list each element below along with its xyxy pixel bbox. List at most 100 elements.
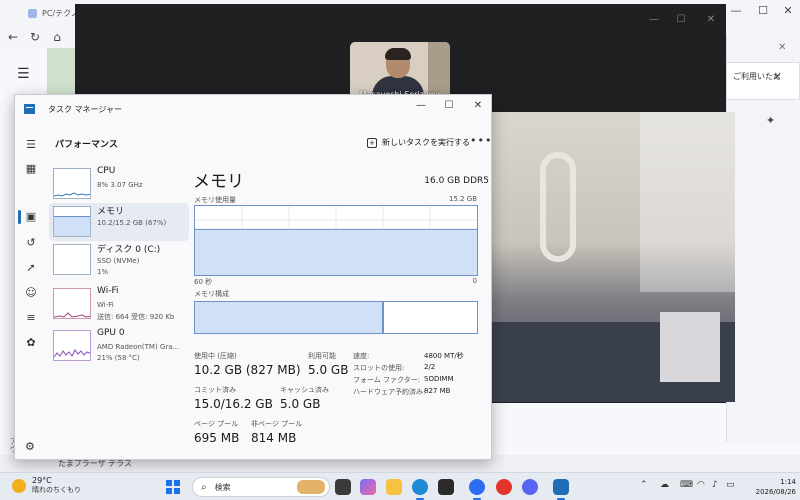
tab-favicon-icon xyxy=(28,8,37,18)
back-icon[interactable]: ← xyxy=(4,30,22,44)
detail-value: 4800 MT/秒 xyxy=(424,352,464,360)
notice-banner: ご利用いただ xyxy=(726,62,800,100)
resource-name: ディスク 0 (C:) xyxy=(97,245,161,255)
cloud-icon[interactable]: ☁ xyxy=(660,480,669,490)
sparkle-icon[interactable]: ✦ xyxy=(766,114,775,127)
task-manager-taskbar-icon[interactable] xyxy=(553,479,569,500)
stat-nonpaged-pool: 非ページ プール 814 MB xyxy=(251,419,302,445)
search-placeholder: 検索 xyxy=(214,482,231,492)
video-close-button[interactable]: ✕ xyxy=(702,14,720,25)
resource-detail: Wi-Fi xyxy=(97,301,114,309)
refresh-icon[interactable]: ↻ xyxy=(26,30,44,44)
tray-overflow-icon[interactable]: ⌃ xyxy=(640,480,648,490)
resource-gpu[interactable]: GPU 0 AMD Radeon(TM) Gra... 21% (58 °C) xyxy=(49,327,189,365)
browser-close-button[interactable]: ✕ xyxy=(778,4,798,17)
file-explorer-icon[interactable] xyxy=(386,479,402,495)
copilot-icon[interactable] xyxy=(360,479,376,495)
weather-condition: 晴れのちくもり xyxy=(32,486,81,494)
store-icon[interactable] xyxy=(438,479,454,495)
browser-tab[interactable]: PC/テクノ xyxy=(28,4,79,22)
settings-icon[interactable]: ⚙ xyxy=(25,440,35,453)
stat-paged-pool: ページ プール 695 MB xyxy=(194,419,239,445)
time-axis-label: 60 秒 xyxy=(194,278,213,286)
hamburger-icon[interactable]: ☰ xyxy=(23,137,39,153)
run-new-task-button[interactable]: + 新しいタスクを実行する xyxy=(367,137,470,148)
memory-composition-label: メモリ構成 xyxy=(194,290,229,298)
detail-label: スロットの使用: xyxy=(353,364,405,372)
resource-detail-2: 1% xyxy=(97,268,109,276)
resource-name: CPU xyxy=(97,166,116,176)
stat-label: 使用中 (圧縮) xyxy=(194,352,237,360)
red-app-icon[interactable] xyxy=(496,479,512,495)
map-thumbnail xyxy=(47,48,75,98)
menu-icon[interactable]: ☰ xyxy=(17,66,31,82)
stat-value: 10.2 GB (827 MB) xyxy=(194,363,301,377)
home-icon[interactable]: ⌂ xyxy=(48,30,66,44)
resource-memory[interactable]: メモリ 10.2/15.2 GB (67%) xyxy=(49,203,189,241)
detail-value: 2/2 xyxy=(424,363,436,371)
wifi-icon[interactable]: ◠ xyxy=(697,480,705,490)
resource-name: メモリ xyxy=(97,207,125,217)
discord-icon[interactable] xyxy=(522,479,538,495)
camera-feed xyxy=(490,112,735,402)
task-manager-logo-icon xyxy=(24,104,35,114)
resource-detail: 10.2/15.2 GB (67%) xyxy=(97,219,167,227)
cpu-thumbnail-graph xyxy=(53,168,91,199)
memory-total: 16.0 GB DDR5 xyxy=(424,176,489,186)
memory-usage-fill xyxy=(195,229,477,275)
resource-disk[interactable]: ディスク 0 (C:) SSD (NVMe) 1% xyxy=(49,241,189,279)
task-view-icon[interactable] xyxy=(335,479,351,495)
clock[interactable]: 1:14 2026/08/26 xyxy=(740,477,796,497)
close-button[interactable]: ✕ xyxy=(467,98,489,114)
volume-icon[interactable]: ♪ xyxy=(712,480,718,490)
memory-title: メモリ xyxy=(193,172,244,192)
services-icon[interactable]: ✿ xyxy=(23,335,39,351)
browser-maximize-button[interactable]: ☐ xyxy=(753,4,773,17)
stat-label: 利用可能 xyxy=(308,352,336,360)
startup-apps-icon[interactable]: ➚ xyxy=(23,260,39,276)
search-highlight-image xyxy=(297,480,325,494)
video-minimize-button[interactable]: — xyxy=(645,14,663,25)
title-bar[interactable]: タスク マネージャー — ☐ ✕ xyxy=(15,95,491,121)
stat-value: 695 MB xyxy=(194,431,240,445)
details-icon[interactable]: ≡ xyxy=(23,310,39,326)
panel-close-icon[interactable]: ✕ xyxy=(778,42,786,53)
video-maximize-button[interactable]: ☐ xyxy=(672,14,690,25)
notice-close-icon[interactable]: ✕ xyxy=(773,72,781,83)
start-button[interactable] xyxy=(166,480,180,494)
feed-light xyxy=(640,112,735,292)
maximize-button[interactable]: ☐ xyxy=(438,98,460,114)
zero-axis-label: 0 xyxy=(472,277,477,285)
resource-name: GPU 0 xyxy=(97,328,125,338)
stat-label: コミット済み xyxy=(194,386,236,394)
keyboard-icon[interactable]: ⌨ xyxy=(680,480,693,490)
zoom-icon[interactable] xyxy=(469,479,485,500)
minimize-button[interactable]: — xyxy=(410,98,432,114)
memory-thumbnail-graph xyxy=(53,206,91,237)
stat-cached: キャッシュ済み 5.0 GB xyxy=(280,385,329,411)
section-title: パフォーマンス xyxy=(55,140,118,150)
stat-value: 814 MB xyxy=(251,431,297,445)
weather-widget[interactable]: 29°C 晴れのちくもり xyxy=(12,476,81,495)
taskbar-search-box[interactable]: ⌕ 検索 xyxy=(192,477,330,497)
run-new-task-label: 新しいタスクを実行する xyxy=(382,138,470,147)
memory-usage-graph xyxy=(194,205,478,276)
stat-value: 15.0/16.2 GB xyxy=(194,397,273,411)
detail-value: 827 MB xyxy=(424,387,451,395)
memory-composition-bar xyxy=(194,301,478,334)
stat-label: ページ プール xyxy=(194,420,239,428)
resource-cpu[interactable]: CPU 8% 3.07 GHz xyxy=(49,165,189,203)
battery-icon[interactable]: ▭ xyxy=(726,480,735,490)
performance-icon[interactable]: ▣ xyxy=(23,209,39,225)
browser-minimize-button[interactable]: — xyxy=(726,4,746,17)
more-options-icon[interactable]: ••• xyxy=(470,134,492,147)
detail-label: 速度: xyxy=(353,352,370,360)
detail-label: ハードウェア予約済み: xyxy=(353,388,426,396)
users-icon[interactable]: ☺ xyxy=(23,285,39,301)
disk-thumbnail-graph xyxy=(53,244,91,275)
wifi-thumbnail-graph xyxy=(53,288,91,319)
processes-icon[interactable]: ▦ xyxy=(23,161,39,177)
resource-wifi[interactable]: Wi-Fi Wi-Fi 送信: 664 受信: 920 Kb xyxy=(49,285,189,323)
edge-browser-icon[interactable] xyxy=(412,479,428,500)
app-history-icon[interactable]: ↺ xyxy=(23,235,39,251)
